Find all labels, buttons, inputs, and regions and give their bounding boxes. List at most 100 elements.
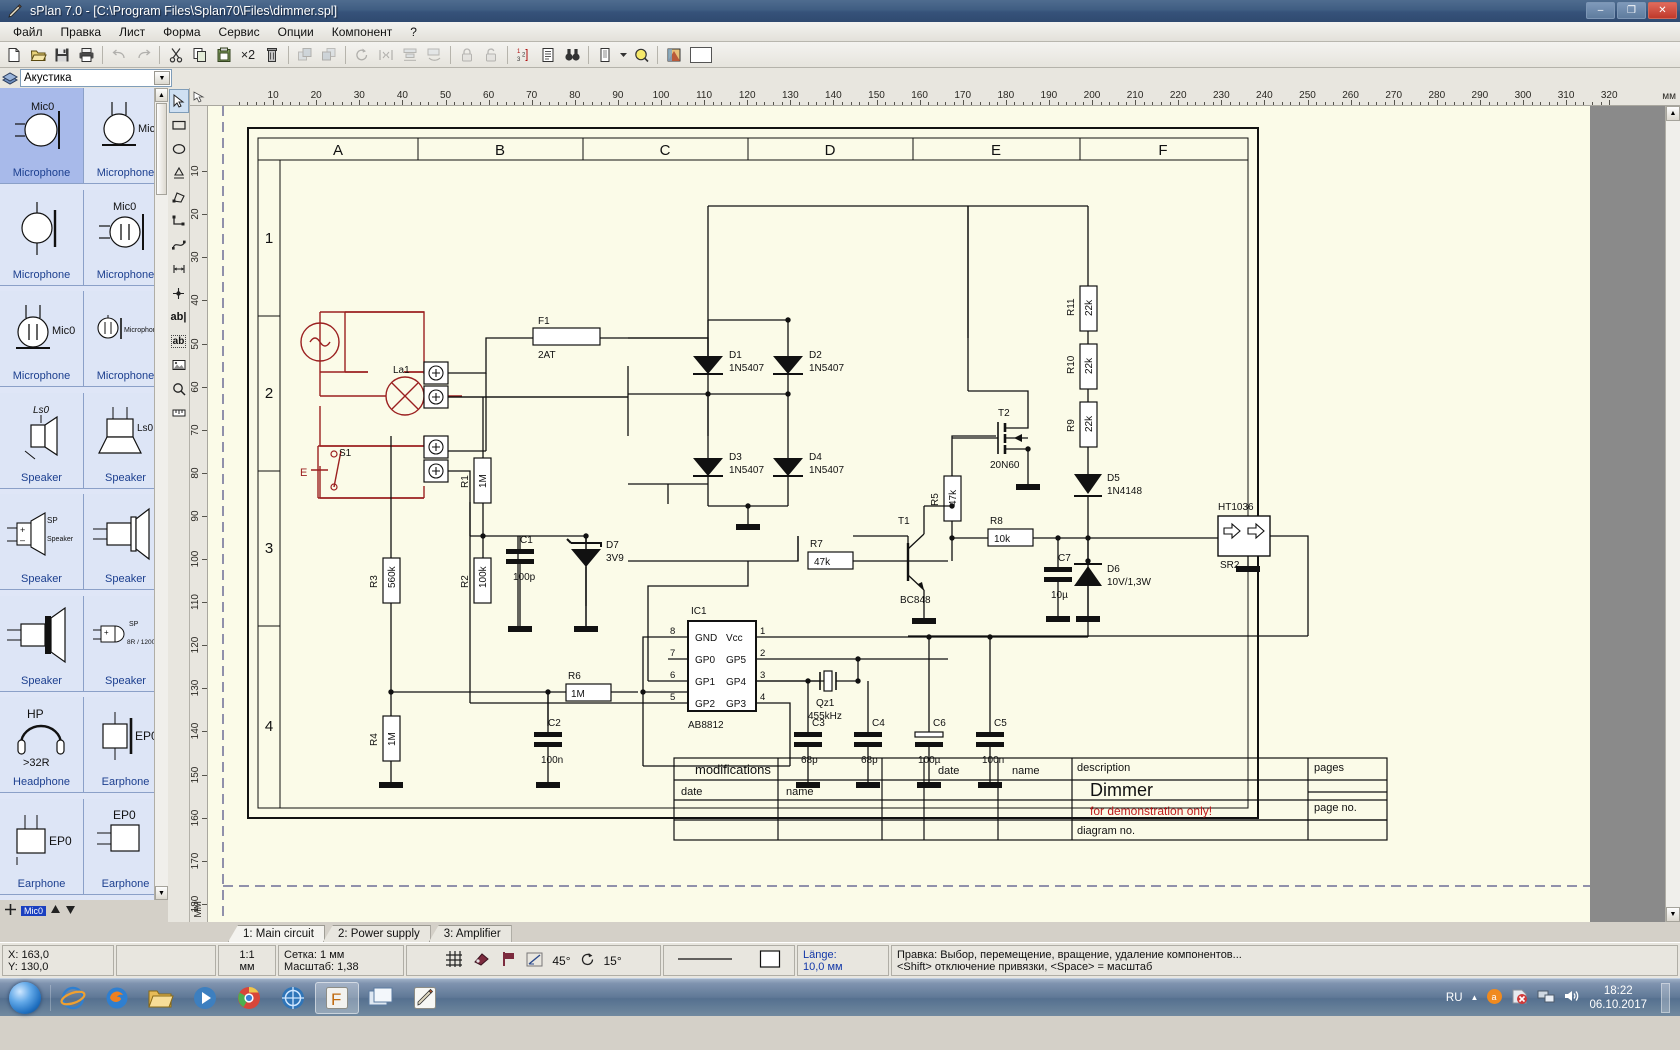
flip-vertical-icon[interactable] [422, 43, 446, 66]
menu-item-file[interactable]: Файл [4, 23, 52, 41]
show-desktop-button[interactable] [1661, 982, 1670, 1013]
parts-list-icon[interactable] [536, 43, 560, 66]
menu-item-edit[interactable]: Правка [52, 23, 111, 41]
grid-zoom-indicator[interactable]: Сетка: 1 мм Масштаб: 1,38 [278, 945, 404, 976]
bring-to-front-icon[interactable] [293, 43, 317, 66]
clock[interactable]: 18:22 06.10.2017 [1589, 984, 1647, 1012]
ellipse-tool[interactable] [169, 137, 189, 161]
textbox-tool[interactable]: ab [169, 329, 189, 353]
menu-item-form[interactable]: Форма [154, 23, 209, 41]
vertical-ruler[interactable]: 10 20 30 40 50 60 70 80 90 100 110 120 130 140 150 160 1… [190, 106, 208, 922]
polygon-tool[interactable] [169, 185, 189, 209]
page-icon[interactable] [593, 43, 617, 66]
media-player-icon[interactable] [183, 982, 227, 1014]
paste-icon[interactable] [212, 43, 236, 66]
print-icon[interactable] [74, 43, 98, 66]
text-tool[interactable]: ab| [169, 305, 189, 329]
library-item-speaker-3[interactable]: + – SP Speaker Speaker [0, 494, 84, 590]
copy-icon[interactable] [188, 43, 212, 66]
grid-icon[interactable] [445, 950, 463, 971]
library-item-microphone-5[interactable]: Mic0 Microphone [0, 291, 84, 387]
canvas-vertical-scrollbar[interactable]: ▲ ▼ [1665, 106, 1680, 922]
select-arrow-tool[interactable] [168, 89, 189, 113]
maximize-button[interactable]: ❐ [1617, 2, 1646, 19]
network-icon[interactable] [1537, 988, 1555, 1007]
duplicate-x2-icon[interactable]: ×2 [236, 43, 260, 66]
zoom-tool[interactable] [169, 377, 189, 401]
renumber-icon[interactable]: 123 [512, 43, 536, 66]
schematic-drawing[interactable]: ABC DEF 1234 La1 E S1 F1 2AT D1 1N5407 D… [208, 106, 1590, 922]
chrome-icon[interactable] [227, 982, 271, 1014]
lock-icon[interactable] [455, 43, 479, 66]
horizontal-ruler[interactable]: 10 20 30 40 50 60 70 80 90 100 110 120 130 140 150 160 1… [190, 88, 1680, 106]
library-scroll-thumb[interactable] [156, 103, 167, 195]
chevron-down-icon[interactable]: ▼ [154, 71, 170, 85]
save-icon[interactable] [50, 43, 74, 66]
open-file-icon[interactable] [26, 43, 50, 66]
scale-indicator[interactable]: 1:1 мм [218, 945, 276, 976]
menu-item-options[interactable]: Опции [269, 23, 323, 41]
orange-app-icon[interactable]: a [1486, 988, 1503, 1008]
language-indicator[interactable]: RU [1446, 992, 1463, 1004]
menu-item-help[interactable]: ? [401, 23, 426, 41]
tab-amplifier[interactable]: 3: Amplifier [428, 925, 512, 942]
colors-icon[interactable] [662, 43, 686, 66]
line-tool[interactable] [169, 209, 189, 233]
minimize-button[interactable]: – [1586, 2, 1615, 19]
scroll-down-arrow-icon[interactable]: ▼ [155, 886, 168, 900]
splan-icon[interactable]: F [315, 981, 359, 1014]
move-up-icon[interactable] [50, 904, 61, 918]
internet-explorer-icon[interactable] [51, 982, 95, 1014]
menu-item-sheet[interactable]: Лист [110, 23, 154, 41]
bezier-tool[interactable] [169, 233, 189, 257]
fill-style-preview[interactable] [759, 949, 781, 972]
image-tool[interactable] [169, 353, 189, 377]
zoom-icon[interactable] [629, 43, 653, 66]
sheet-paper[interactable]: ABC DEF 1234 La1 E S1 F1 2AT D1 1N5407 D… [208, 106, 1590, 922]
rectangle-tool[interactable] [169, 113, 189, 137]
special-shape-tool[interactable] [169, 161, 189, 185]
rotate-icon[interactable] [350, 43, 374, 66]
show-hidden-icons-arrow[interactable]: ▲ [1471, 993, 1479, 1002]
library-item-microphone-3[interactable]: Microphone [0, 189, 84, 286]
schematic-canvas[interactable]: ABC DEF 1234 La1 E S1 F1 2AT D1 1N5407 D… [208, 106, 1665, 922]
mirror-horizontal-icon[interactable] [374, 43, 398, 66]
eraser-icon[interactable] [472, 951, 490, 970]
antivirus-shield-icon[interactable] [1511, 988, 1529, 1008]
search-binoculars-icon[interactable] [560, 43, 584, 66]
volume-icon[interactable] [1563, 988, 1581, 1007]
paint-pencil-icon[interactable] [403, 982, 447, 1014]
library-item-speaker-5[interactable]: Speaker [0, 595, 84, 692]
align-icon[interactable] [398, 43, 422, 66]
add-library-icon[interactable] [4, 903, 17, 919]
redo-icon[interactable] [131, 43, 155, 66]
line-style-preview[interactable] [677, 954, 733, 967]
style-preview[interactable] [663, 945, 795, 976]
library-item-headphone[interactable]: HP >32R Headphone [0, 697, 84, 793]
menu-item-component[interactable]: Компонент [323, 23, 402, 41]
measure-tool[interactable] [169, 401, 189, 425]
delete-trash-icon[interactable] [260, 43, 284, 66]
color-swatch[interactable] [686, 43, 716, 66]
firefox-icon[interactable] [95, 982, 139, 1014]
menu-item-service[interactable]: Сервис [210, 23, 269, 41]
scroll-up-arrow-icon[interactable]: ▲ [155, 88, 168, 102]
library-scrollbar[interactable]: ▲ ▼ [154, 88, 168, 900]
library-item-speaker-1[interactable]: Ls0 Speaker [0, 392, 84, 489]
canvas-scroll-up-icon[interactable]: ▲ [1666, 106, 1680, 121]
canvas-scroll-down-icon[interactable]: ▼ [1666, 907, 1680, 922]
cut-icon[interactable] [164, 43, 188, 66]
library-color-marker[interactable]: Mic0 [21, 906, 47, 916]
unlock-icon[interactable] [479, 43, 503, 66]
library-select[interactable]: Акустика ▼ [20, 69, 172, 87]
app-globe-icon[interactable] [271, 982, 315, 1014]
undo-icon[interactable] [107, 43, 131, 66]
library-item-microphone-1[interactable]: Mic0 Microphone [0, 88, 84, 184]
tab-power-supply[interactable]: 2: Power supply [322, 925, 431, 942]
send-to-back-icon[interactable] [317, 43, 341, 66]
junction-point-tool[interactable] [169, 281, 189, 305]
move-down-icon[interactable] [65, 904, 76, 918]
page-dropdown-arrow-icon[interactable] [617, 43, 629, 66]
start-button[interactable] [0, 980, 50, 1016]
library-item-earphone-2[interactable]: EP0 Earphone [0, 798, 84, 895]
